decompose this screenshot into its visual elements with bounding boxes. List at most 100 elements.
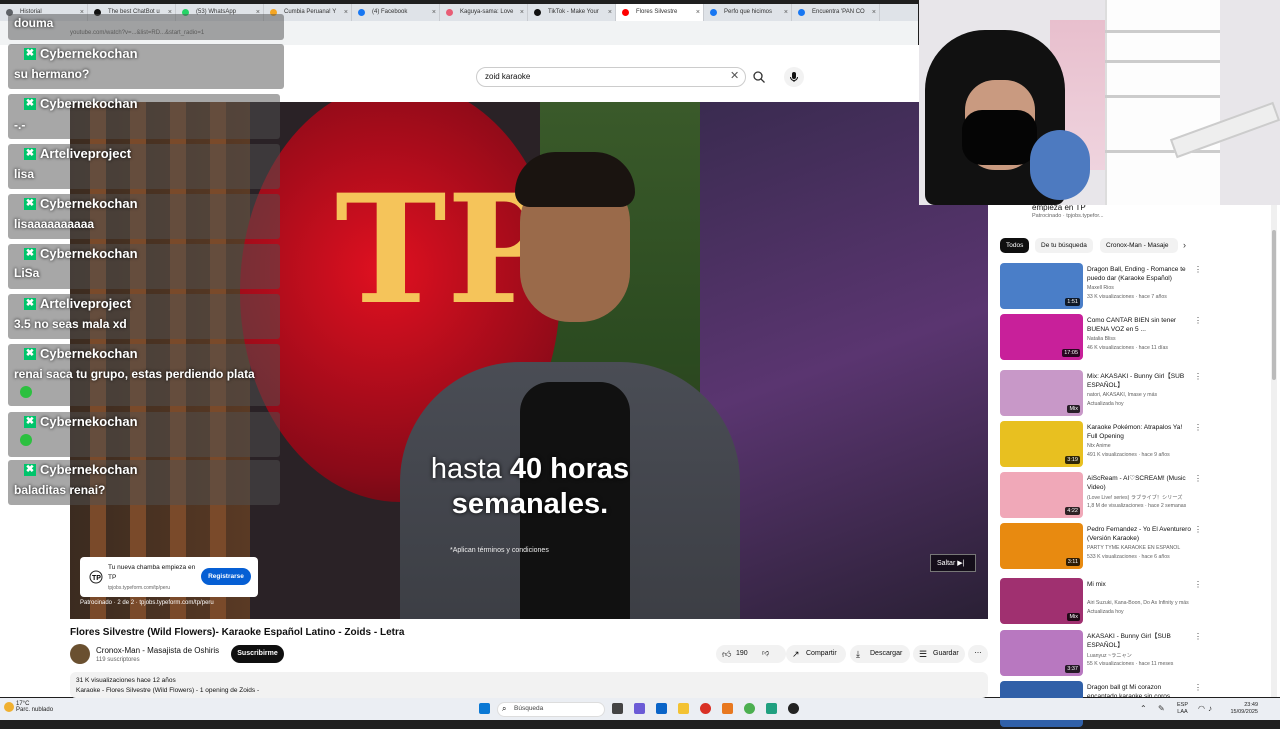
video-duration: 1:51 [1065,298,1080,306]
more-actions-icon[interactable]: ⋯ [968,645,988,663]
tab-close-icon[interactable]: × [608,4,612,21]
taskbar-clock[interactable]: 23:49 15/09/2025 [1220,702,1258,716]
recommendation-title[interactable]: Mix: AKASAKI - Bunny Girl【SUB ESPAÑOL】 [1087,372,1192,390]
more-options-icon[interactable]: ⋮ [1194,265,1202,274]
chat-message-text: lisa [14,167,35,181]
video-title: Flores Silvestre (Wild Flowers)- Karaoke… [70,627,405,638]
browser-tab[interactable]: Encuentra 'PAN CO × [792,4,880,21]
register-button[interactable]: Registrarse [201,568,251,585]
chrome-icon[interactable] [700,703,711,714]
more-options-icon[interactable]: ⋮ [1194,683,1202,692]
browser-tab[interactable]: TikTok - Make Your × [528,4,616,21]
chip-all[interactable]: Todos [1000,238,1030,253]
recommendation-item[interactable]: Mix Mi mix Airi Suzuki, Kana-Boon, Do As I… [1000,578,1202,626]
tab-close-icon[interactable]: × [344,4,348,21]
recommendation-item[interactable]: 1:51 Dragon Ball, Ending - Romance te pue… [1000,263,1202,311]
recommendation-item[interactable]: 3:19 Karaoke Pokémon: Atrapalos Ya! Full … [1000,421,1202,469]
save-button[interactable]: ☰ Guardar [913,645,965,663]
search-icon[interactable] [752,70,766,84]
channel-name[interactable]: Cronox-Man - Masajista de Oshiris [96,646,219,655]
recommendation-item[interactable]: 17:05 Como CANTAR BIEN sin tener BUENA VO… [1000,314,1202,362]
tray-pen-icon[interactable]: ✎ [1158,704,1165,713]
media-player-icon[interactable] [788,703,799,714]
browser-tab[interactable]: Flores Silvestre × [616,4,704,21]
video-duration: 3:19 [1065,456,1080,464]
tab-favicon-icon [622,9,629,16]
tab-close-icon[interactable]: × [520,4,524,21]
chrome-profile-icon[interactable] [744,703,755,714]
volume-icon[interactable]: ♪ [1208,704,1212,713]
spreadsheet-icon[interactable] [766,703,777,714]
more-options-icon[interactable]: ⋮ [1194,423,1202,432]
recommendation-title[interactable]: Pedro Fernandez - Yo El Aventurero (Vers… [1087,525,1192,543]
recommendation-title[interactable]: Mi mix [1087,580,1192,589]
tab-close-icon[interactable]: × [784,4,788,21]
app-icon[interactable] [722,703,733,714]
video-thumbnail[interactable]: 3:11 [1000,523,1083,569]
more-options-icon[interactable]: ⋮ [1194,632,1202,641]
subscribe-button[interactable]: Suscribirme [231,645,284,663]
tab-close-icon[interactable]: × [696,4,700,21]
video-duration: 3:11 [1065,558,1080,566]
recommendation-item[interactable]: Mix Mix: AKASAKI - Bunny Girl【SUB ESPAÑOL… [1000,370,1202,418]
browser-tab[interactable]: Perfo que hicimos × [704,4,792,21]
taskbar-search-placeholder[interactable]: Búsqueda [514,705,543,712]
download-button[interactable]: ⤓ Descargar [850,645,910,663]
chip-channel[interactable]: Cronox-Man - Masaje [1100,238,1178,253]
tab-close-icon[interactable]: × [432,4,436,21]
browser-tab[interactable]: (4) Facebook × [352,4,440,21]
video-thumbnail[interactable]: 3:19 [1000,421,1083,467]
more-options-icon[interactable]: ⋮ [1194,316,1202,325]
weather-icon[interactable] [4,702,14,712]
lang-code: ESP [1177,702,1189,708]
thumbs-down-icon[interactable]: 👎︎ [762,645,769,663]
description-box[interactable] [70,672,988,698]
windows-start-icon[interactable] [479,703,490,714]
channel-avatar[interactable] [70,644,90,664]
recommendation-item[interactable]: 4:22 AiScReam - AI♡SCREAM! (Music Video) (… [1000,472,1202,520]
video-thumbnail[interactable]: 4:22 [1000,472,1083,518]
tab-favicon-icon [446,9,453,16]
chat-app-icon[interactable] [634,703,645,714]
recommendation-title[interactable]: Karaoke Pokémon: Atrapalos Ya! Full Open… [1087,423,1192,441]
recommendation-item[interactable]: 3:11 Pedro Fernandez - Yo El Aventurero (… [1000,523,1202,571]
recommendation-meta: 33 K visualizaciones · hace 7 años [1087,294,1167,300]
ad-headline: Tu nueva chamba empieza en TP [108,564,196,581]
more-options-icon[interactable]: ⋮ [1194,580,1202,589]
tab-close-icon[interactable]: × [872,4,876,21]
skip-ad-button[interactable]: Saltar ▶| [930,554,976,572]
search-input-value[interactable]: zoid karaoke [485,72,530,81]
more-options-icon[interactable]: ⋮ [1194,474,1202,483]
recommendation-title[interactable]: AiScReam - AI♡SCREAM! (Music Video) [1087,474,1192,492]
clear-search-icon[interactable]: ✕ [730,69,739,82]
save-icon: ☰ [919,649,928,659]
chevron-right-icon[interactable]: › [1183,240,1186,250]
language-indicator[interactable]: ESP LAA [1177,702,1188,716]
video-thumbnail[interactable]: Mix [1000,370,1083,416]
like-button[interactable]: 👍︎ 190 👎︎ [716,645,786,663]
tray-chevron-icon[interactable]: ⌃ [1140,704,1147,713]
recommendation-item[interactable]: 3:37 AKASAKI - Bunny Girl【SUB ESPAÑOL】 Lua… [1000,630,1202,678]
video-thumbnail[interactable]: 3:37 [1000,630,1083,676]
recommendation-title[interactable]: AKASAKI - Bunny Girl【SUB ESPAÑOL】 [1087,632,1192,650]
more-options-icon[interactable]: ⋮ [1194,525,1202,534]
video-thumbnail[interactable]: 1:51 [1000,263,1083,309]
video-thumbnail[interactable]: 17:05 [1000,314,1083,360]
chip-from-search[interactable]: De tu búsqueda [1035,238,1093,253]
chat-badge-icon: ✖ [24,298,36,310]
video-thumbnail[interactable]: Mix [1000,578,1083,624]
wifi-icon[interactable]: ◠ [1198,704,1205,713]
browser-tab[interactable]: Kaguya-sama: Love × [440,4,528,21]
task-view-icon[interactable] [612,703,623,714]
more-options-icon[interactable]: ⋮ [1194,372,1202,381]
download-label: Descargar [870,650,903,657]
recommendation-title[interactable]: Dragon Ball, Ending - Romance te puedo d… [1087,265,1192,283]
file-explorer-icon[interactable] [678,703,689,714]
scrollbar-thumb[interactable] [1272,230,1276,380]
microphone-icon[interactable] [784,67,804,87]
outlook-icon[interactable] [656,703,667,714]
share-button[interactable]: ↗ Compartir [786,645,846,663]
weather-widget[interactable]: 17°C Parc. nublado [16,701,53,713]
skip-icon: ▶| [957,560,965,567]
recommendation-title[interactable]: Como CANTAR BIEN sin tener BUENA VOZ en … [1087,316,1192,334]
